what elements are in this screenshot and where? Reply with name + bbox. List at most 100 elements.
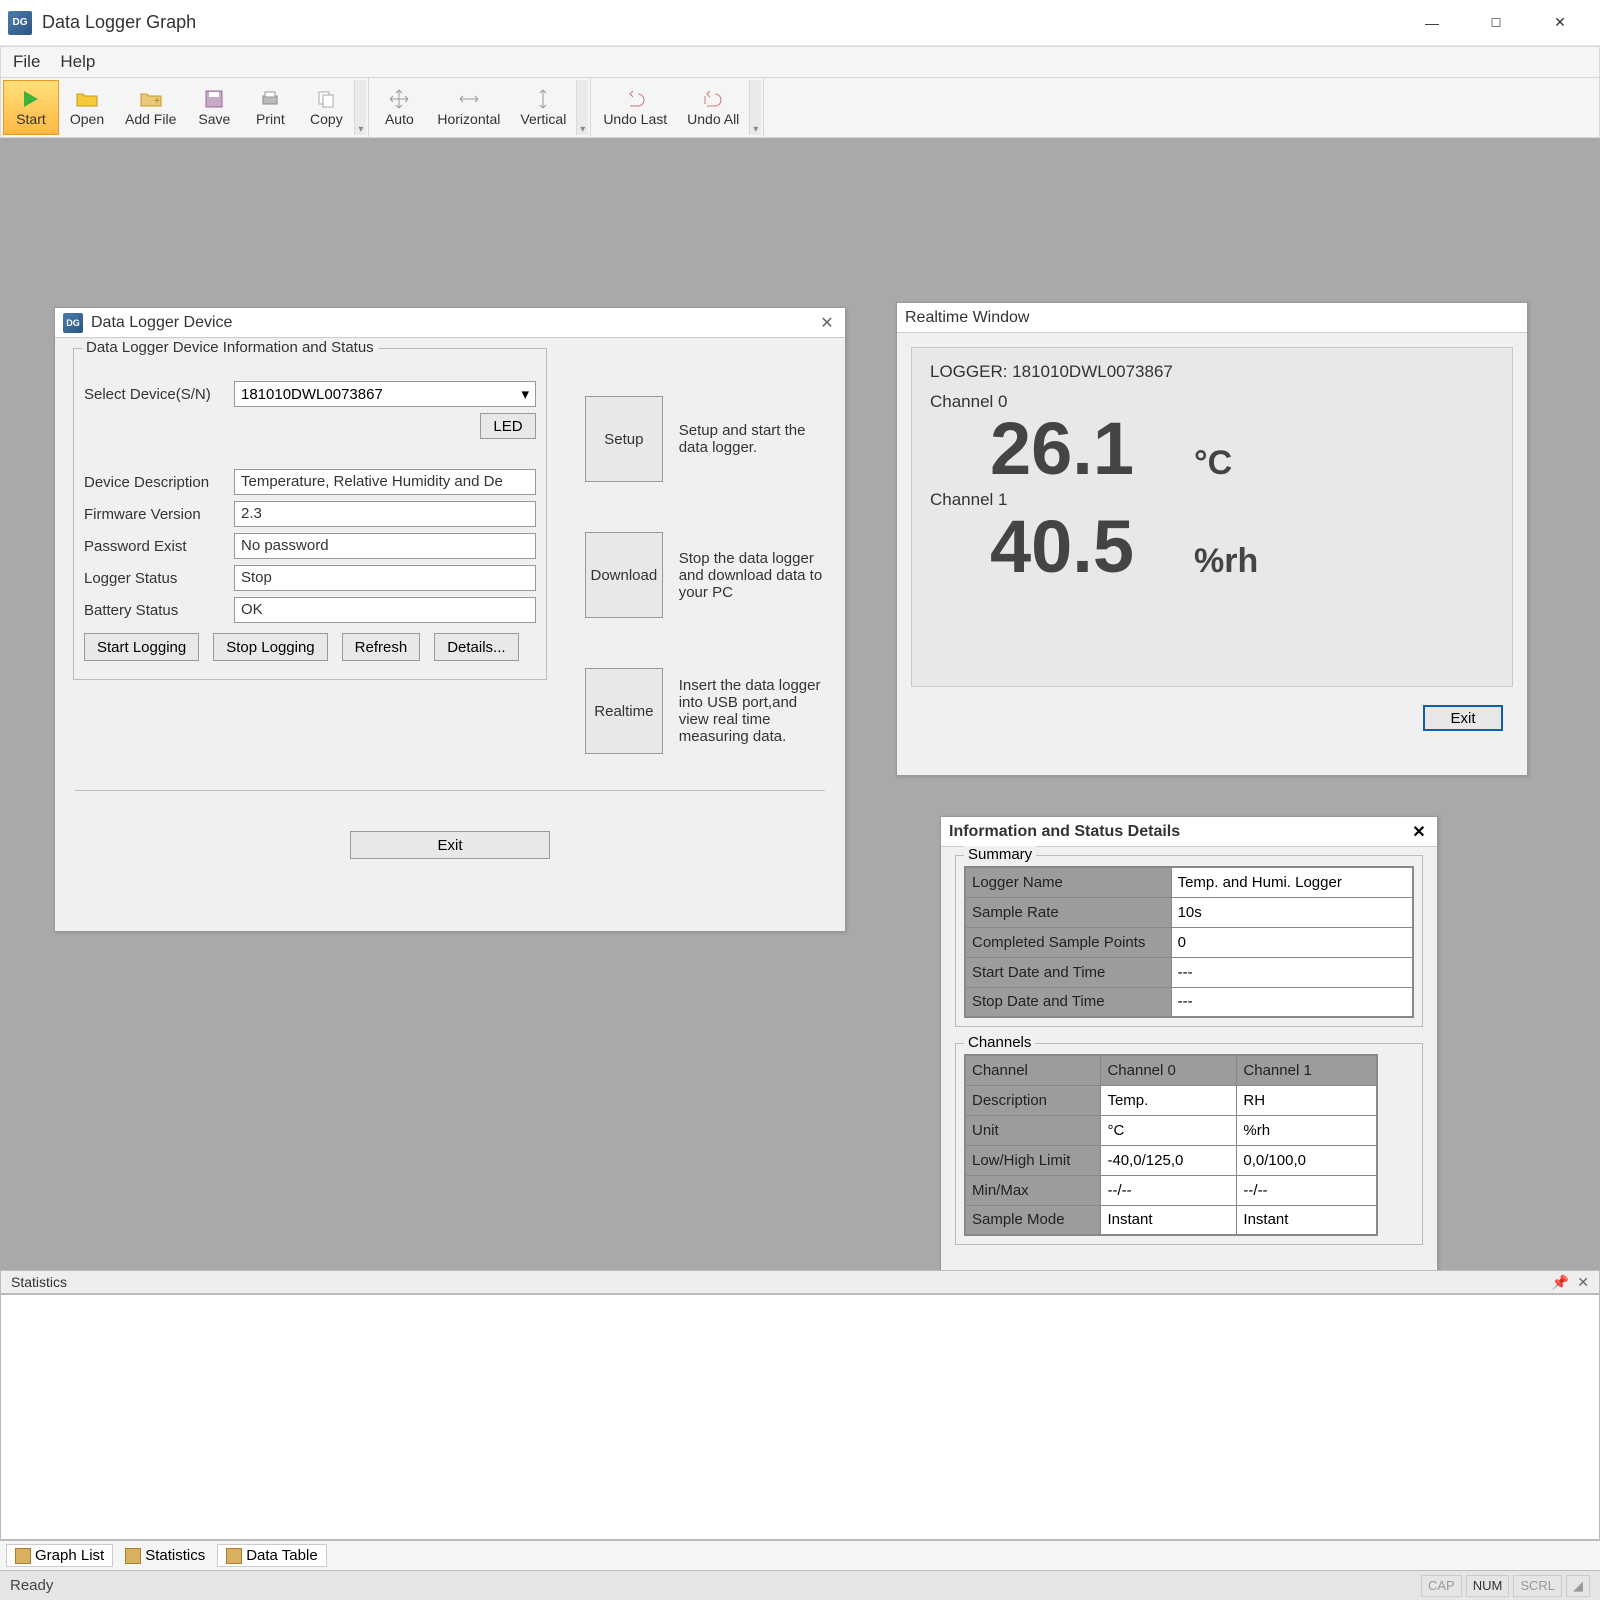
table-header: Low/High Limit bbox=[965, 1145, 1101, 1175]
menu-help[interactable]: Help bbox=[60, 52, 95, 72]
toolbar-open-label: Open bbox=[70, 111, 104, 127]
toolbar-copy[interactable]: Copy bbox=[298, 80, 354, 135]
table-cell: Instant bbox=[1237, 1205, 1377, 1235]
menu-file[interactable]: File bbox=[13, 52, 40, 72]
device-select[interactable]: 181010DWL0073867 ▾ bbox=[234, 381, 536, 407]
table-cell: --- bbox=[1171, 987, 1413, 1017]
tab-statistics[interactable]: Statistics bbox=[117, 1545, 213, 1566]
pin-icon[interactable]: 📌 bbox=[1552, 1274, 1569, 1291]
battery-label: Battery Status bbox=[84, 602, 224, 619]
table-cell: °C bbox=[1101, 1115, 1237, 1145]
arrows-move-icon bbox=[387, 89, 411, 109]
channels-table: Channel Channel 0 Channel 1 Description … bbox=[964, 1054, 1378, 1236]
toolbar-horizontal[interactable]: Horizontal bbox=[427, 80, 510, 135]
statistics-title: Statistics bbox=[11, 1274, 67, 1290]
realtime-button[interactable]: Realtime bbox=[585, 668, 663, 754]
table-cell: RH bbox=[1237, 1085, 1377, 1115]
stop-logging-button[interactable]: Stop Logging bbox=[213, 633, 327, 661]
start-logging-button[interactable]: Start Logging bbox=[84, 633, 199, 661]
print-icon bbox=[258, 89, 282, 109]
toolbar-vertical[interactable]: Vertical bbox=[510, 80, 576, 135]
close-button[interactable]: ✕ bbox=[1528, 2, 1592, 44]
play-icon bbox=[19, 89, 43, 109]
led-button[interactable]: LED bbox=[480, 413, 536, 439]
toolbar-addfile-label: Add File bbox=[125, 111, 176, 127]
status-scrl: SCRL bbox=[1513, 1575, 1562, 1597]
window-title: Data Logger Graph bbox=[42, 12, 1400, 33]
toolbar-add-file[interactable]: + Add File bbox=[115, 80, 186, 135]
toolbar-vertical-label: Vertical bbox=[520, 111, 566, 127]
table-cell: 0 bbox=[1171, 927, 1413, 957]
tab-graph-list[interactable]: Graph List bbox=[6, 1544, 113, 1567]
details-button[interactable]: Details... bbox=[434, 633, 518, 661]
download-button[interactable]: Download bbox=[585, 532, 663, 618]
details-title: Information and Status Details bbox=[949, 823, 1180, 841]
folder-plus-icon: + bbox=[139, 89, 163, 109]
description-label: Device Description bbox=[84, 474, 224, 491]
tab-data-table[interactable]: Data Table bbox=[217, 1544, 326, 1567]
table-cell: %rh bbox=[1237, 1115, 1377, 1145]
firmware-field[interactable]: 2.3 bbox=[234, 501, 536, 527]
toolbar-print[interactable]: Print bbox=[242, 80, 298, 135]
realtime-exit-button[interactable]: Exit bbox=[1423, 705, 1503, 731]
table-cell: Instant bbox=[1101, 1205, 1237, 1235]
table-header: Unit bbox=[965, 1115, 1101, 1145]
battery-field[interactable]: OK bbox=[234, 597, 536, 623]
table-cell: --/-- bbox=[1101, 1175, 1237, 1205]
arrows-horizontal-icon bbox=[457, 89, 481, 109]
toolbar-start[interactable]: Start bbox=[3, 80, 59, 135]
device-select-value: 181010DWL0073867 bbox=[241, 386, 383, 403]
chevron-down-icon: ▾ bbox=[521, 385, 529, 403]
toolbar-undo-all[interactable]: Undo All bbox=[677, 80, 749, 135]
realtime-window: Realtime Window LOGGER: 181010DWL0073867… bbox=[896, 302, 1528, 776]
svg-text:+: + bbox=[154, 96, 160, 107]
table-header: Sample Rate bbox=[965, 897, 1171, 927]
table-cell: 0,0/100,0 bbox=[1237, 1145, 1377, 1175]
folder-open-icon bbox=[75, 89, 99, 109]
toolbar-undo-last[interactable]: Undo Last bbox=[593, 80, 677, 135]
copy-icon bbox=[314, 89, 338, 109]
toolbar-open[interactable]: Open bbox=[59, 80, 115, 135]
minimize-button[interactable]: — bbox=[1400, 2, 1464, 44]
toolbar-auto[interactable]: Auto bbox=[371, 80, 427, 135]
toolbar-undoall-label: Undo All bbox=[687, 111, 739, 127]
tab-label: Graph List bbox=[35, 1547, 104, 1564]
toolbar-horizontal-label: Horizontal bbox=[437, 111, 500, 127]
table-cell: --- bbox=[1171, 957, 1413, 987]
password-label: Password Exist bbox=[84, 538, 224, 555]
resize-handle-icon[interactable]: ◢ bbox=[1566, 1575, 1590, 1597]
realtime-description: Insert the data logger into USB port,and… bbox=[679, 677, 825, 745]
exit-button[interactable]: Exit bbox=[350, 831, 550, 859]
toolbar-group-handle[interactable]: ▾ bbox=[354, 80, 366, 135]
table-header: Channel 1 bbox=[1237, 1055, 1377, 1085]
channel0-value: 26.1 bbox=[990, 412, 1134, 486]
maximize-button[interactable]: ☐ bbox=[1464, 2, 1528, 44]
stats-icon bbox=[125, 1548, 141, 1564]
undo-all-icon bbox=[701, 89, 725, 109]
table-header: Channel 0 bbox=[1101, 1055, 1237, 1085]
close-icon[interactable]: ✕ bbox=[817, 313, 837, 333]
undo-icon bbox=[623, 89, 647, 109]
refresh-button[interactable]: Refresh bbox=[342, 633, 421, 661]
password-field[interactable]: No password bbox=[234, 533, 536, 559]
setup-button[interactable]: Setup bbox=[585, 396, 663, 482]
statistics-body bbox=[0, 1294, 1600, 1540]
toolbar-save[interactable]: Save bbox=[186, 80, 242, 135]
fieldset-legend: Data Logger Device Information and Statu… bbox=[82, 339, 378, 356]
realtime-title: Realtime Window bbox=[905, 309, 1029, 327]
close-icon[interactable]: ✕ bbox=[1577, 1274, 1589, 1291]
toolbar-group-handle-3[interactable]: ▾ bbox=[749, 80, 761, 135]
close-icon[interactable]: ✕ bbox=[1409, 822, 1429, 842]
description-field[interactable]: Temperature, Relative Humidity and De bbox=[234, 469, 536, 495]
arrows-vertical-icon bbox=[531, 89, 555, 109]
tab-label: Data Table bbox=[246, 1547, 317, 1564]
logger-status-field[interactable]: Stop bbox=[234, 565, 536, 591]
table-cell: --/-- bbox=[1237, 1175, 1377, 1205]
table-cell: -40,0/125,0 bbox=[1101, 1145, 1237, 1175]
download-description: Stop the data logger and download data t… bbox=[679, 550, 825, 601]
toolbar-copy-label: Copy bbox=[310, 111, 343, 127]
summary-legend: Summary bbox=[964, 846, 1036, 863]
channel1-unit: %rh bbox=[1194, 542, 1258, 581]
table-header: Min/Max bbox=[965, 1175, 1101, 1205]
toolbar-group-handle-2[interactable]: ▾ bbox=[576, 80, 588, 135]
